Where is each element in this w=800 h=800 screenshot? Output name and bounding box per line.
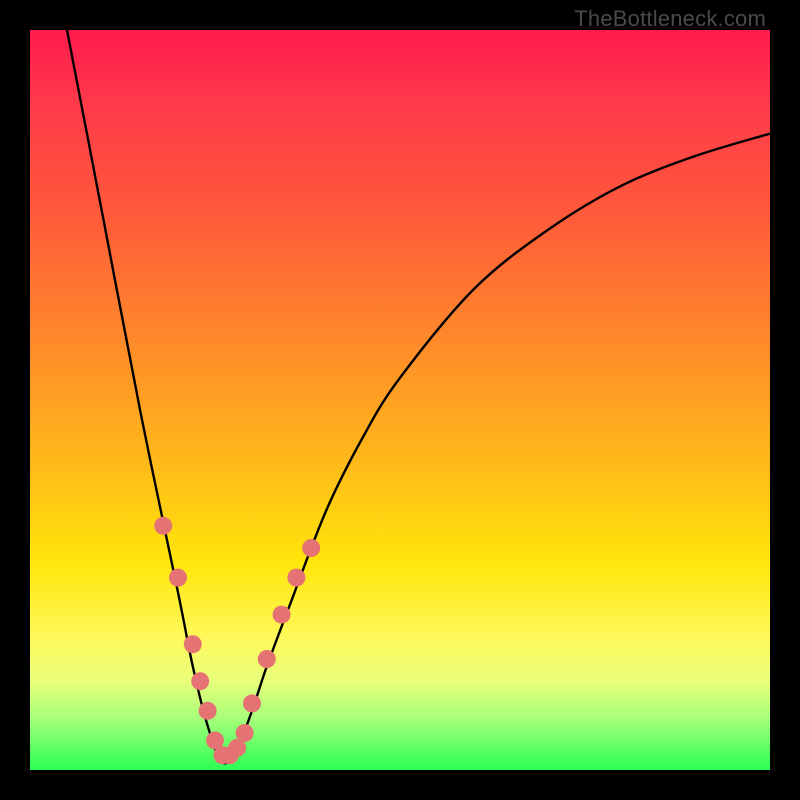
data-marker	[154, 517, 172, 535]
data-marker	[184, 635, 202, 653]
watermark-text: TheBottleneck.com	[574, 6, 766, 32]
data-marker	[199, 702, 217, 720]
plot-area	[30, 30, 770, 770]
data-marker	[302, 539, 320, 557]
data-marker	[169, 569, 187, 587]
curve-layer	[30, 30, 770, 770]
data-markers	[154, 517, 320, 764]
chart-frame: TheBottleneck.com	[0, 0, 800, 800]
data-marker	[273, 606, 291, 624]
data-marker	[258, 650, 276, 668]
data-marker	[191, 672, 209, 690]
data-marker	[243, 694, 261, 712]
data-marker	[287, 569, 305, 587]
bottleneck-curve	[67, 30, 770, 763]
data-marker	[236, 724, 254, 742]
